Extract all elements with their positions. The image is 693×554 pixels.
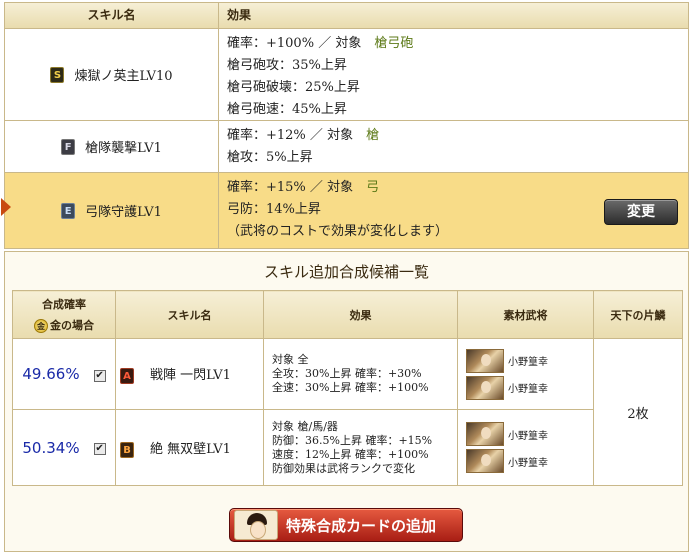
header-rate-cell: 合成確率 金金の場合	[12, 290, 116, 339]
effect-line: 槍攻：5%上昇	[227, 150, 313, 165]
probability: 確率：+15%	[227, 180, 306, 195]
candidate-row[interactable]: 50.34% ✔ B 絶 無双壁LV1 対象 槍/馬/器 防御：36.5%上昇 確率…	[12, 409, 683, 486]
probability: 確率：+12%	[227, 128, 306, 143]
portrait-icon	[234, 510, 278, 540]
rank-s-icon: S	[50, 66, 65, 83]
selected-arrow-icon	[1, 198, 11, 216]
effect-target: 対象 槍/馬/器	[272, 419, 338, 433]
skill-name: 弓隊守護LV1	[85, 205, 162, 220]
candidate-header-row: 合成確率 金金の場合 スキル名 効果 素材武将 天下の片鱗	[12, 290, 683, 339]
general-portrait-icon	[466, 348, 504, 373]
effect-note: 防御効果は武将ランクで変化	[272, 461, 415, 475]
header-effect: 効果	[263, 290, 458, 339]
skill-name: 槍隊襲撃LV1	[85, 141, 162, 156]
rank-e-icon: E	[61, 202, 76, 219]
target-value: 槍	[366, 128, 380, 143]
header-material: 素材武将	[457, 290, 594, 339]
header-skill: スキル名	[115, 290, 264, 339]
candidate-panel: スキル追加合成候補一覧 合成確率 金金の場合 スキル名 効果 素材武将 天下の片…	[4, 251, 689, 552]
skill-cell: A 戦陣 一閃LV1	[115, 338, 264, 410]
gold-case-label: 金の場合	[50, 319, 94, 332]
general-name: 小野篁幸	[508, 457, 548, 469]
rank-f-icon: F	[61, 138, 76, 155]
effect-target: 対象 全	[272, 353, 309, 366]
skill-cell: B 絶 無双壁LV1	[115, 409, 264, 486]
skill-name-cell: S 煉獄ノ英主LV10	[5, 29, 219, 120]
probability: 確率：+100%	[227, 36, 315, 51]
candidate-effect-cell: 対象 全 全攻：30%上昇 確率：+30% 全速：30%上昇 確率：+100%	[263, 338, 458, 410]
candidate-effect-cell: 対象 槍/馬/器 防御：36.5%上昇 確率：+15% 速度：12%上昇 確率：…	[263, 409, 458, 486]
rate-value: 50.34%	[22, 438, 80, 457]
skill-row-3-selected[interactable]: E 弓隊守護LV1 確率：+15% ／ 対象 弓 弓防：14%上昇 （武将のコス…	[1, 173, 688, 248]
skill-row-1: S 煉獄ノ英主LV10 確率：+100% ／ 対象 槍弓砲 槍弓砲攻：35%上昇…	[5, 29, 688, 121]
general-portrait-icon	[466, 375, 504, 400]
gold-case-header: 金金の場合	[13, 317, 115, 333]
header-rate: 合成確率	[42, 298, 86, 311]
candidate-table: 合成確率 金金の場合 スキル名 効果 素材武将 天下の片鱗 49.66% ✔ A 戦…	[12, 290, 683, 486]
header-tenka: 天下の片鱗	[593, 290, 683, 339]
effect-line: 防御：36.5%上昇 確率：+15%	[272, 433, 433, 447]
effect-line: 槍弓砲破壊：25%上昇	[227, 80, 360, 95]
effect-line: 槍弓砲速：45%上昇	[227, 102, 347, 117]
header-effect: 効果	[227, 8, 252, 22]
add-special-card-button[interactable]: 特殊合成カードの追加	[229, 508, 463, 542]
general-name: 小野篁幸	[508, 384, 548, 395]
rate-cell: 50.34% ✔	[12, 409, 116, 486]
material-general[interactable]: 小野篁幸	[458, 347, 593, 374]
candidate-row[interactable]: 49.66% ✔ A 戦陣 一閃LV1 対象 全 全攻：30%上昇 確率：+30% …	[12, 338, 683, 486]
special-button-label: 特殊合成カードの追加	[286, 516, 437, 535]
select-checkbox[interactable]: ✔	[93, 369, 106, 382]
gold-coin-icon: 金	[34, 319, 48, 333]
target-label: 対象	[335, 36, 362, 51]
candidate-skill-name: 絶 無双壁LV1	[150, 441, 231, 457]
rank-a-icon: A	[120, 368, 134, 384]
skill-probability-line: 確率：+100% ／ 対象 槍弓砲	[227, 36, 414, 51]
rate-value: 49.66%	[22, 365, 80, 383]
select-checkbox[interactable]: ✔	[93, 443, 106, 455]
target-value: 弓	[366, 180, 380, 195]
current-skills-table: スキル名 効果 S 煉獄ノ英主LV10 確率：+100% ／ 対象 槍弓砲 槍弓…	[1, 2, 689, 249]
tenka-count: 2枚	[593, 338, 683, 486]
skill-row-2: F 槍隊襲撃LV1 確率：+12% ／ 対象 槍 槍攻：5%上昇	[5, 121, 688, 173]
change-skill-button[interactable]: 変更	[604, 199, 678, 225]
header-skill-name: スキル名	[5, 3, 219, 28]
skill-effect-cell: 確率：+12% ／ 対象 槍 槍攻：5%上昇	[219, 121, 688, 172]
candidate-skill-name: 戦陣 一閃LV1	[150, 368, 231, 383]
target-label: 対象	[327, 128, 354, 143]
skill-name-cell: F 槍隊襲撃LV1	[5, 121, 219, 172]
general-portrait-icon	[466, 449, 504, 473]
panel-title: スキル追加合成候補一覧	[263, 263, 429, 281]
skill-probability-line: 確率：+15% ／ 対象 弓	[227, 180, 380, 195]
material-general[interactable]: 小野篁幸	[458, 421, 593, 448]
general-name: 小野篁幸	[508, 357, 548, 368]
effect-line: 槍弓砲攻：35%上昇	[227, 58, 347, 73]
material-cell: 小野篁幸 小野篁幸	[457, 338, 594, 410]
rate-cell: 49.66% ✔	[12, 338, 116, 410]
target-label: 対象	[327, 180, 354, 195]
effect-line: 速度：12%上昇 確率：+100%	[272, 447, 429, 461]
skill-effect-cell: 確率：+100% ／ 対象 槍弓砲 槍弓砲攻：35%上昇 槍弓砲破壊：25%上昇…	[219, 29, 688, 120]
material-cell: 小野篁幸 小野篁幸	[457, 409, 594, 486]
material-general[interactable]: 小野篁幸	[458, 374, 593, 401]
skill-probability-line: 確率：+12% ／ 対象 槍	[227, 128, 380, 143]
material-general[interactable]: 小野篁幸	[458, 448, 593, 475]
general-name: 小野篁幸	[508, 430, 548, 442]
effect-line: 全速：30%上昇 確率：+100%	[272, 381, 429, 394]
skill-name: 煉獄ノ英主LV10	[74, 69, 173, 84]
skill-name-cell: E 弓隊守護LV1	[5, 173, 219, 248]
effect-line: 全攻：30%上昇 確率：+30%	[272, 367, 422, 380]
target-value: 槍弓砲	[374, 36, 414, 51]
general-portrait-icon	[466, 422, 504, 446]
skills-table-header: スキル名 効果	[5, 3, 688, 29]
rank-b-icon: B	[120, 441, 134, 458]
